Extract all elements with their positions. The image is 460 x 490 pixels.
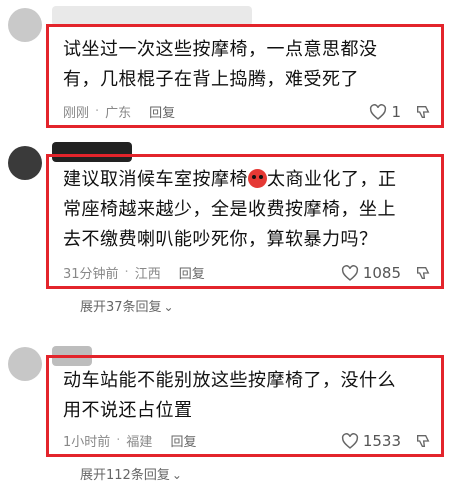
avatar[interactable]: [8, 146, 42, 180]
separator-dot: ·: [116, 433, 121, 448]
comment-text: 建议取消候车室按摩椅 太商业化了，正 常座椅越来越少，全是收费按摩椅，坐上 去不缴…: [63, 165, 431, 255]
chevron-down-icon: ⌄: [163, 300, 174, 314]
comment-meta: 31分钟前 · 江西 回复 1085: [63, 263, 431, 282]
comment-time: 1小时前: [63, 435, 111, 450]
like-button[interactable]: 1533: [341, 432, 401, 450]
comment-line: 动车站能不能别放这些按摩椅了，没什么: [63, 370, 396, 391]
comment-text: 动车站能不能别放这些按摩椅了，没什么 用不说还占位置: [63, 366, 431, 426]
comment-location: 福建: [126, 435, 153, 450]
reply-button[interactable]: 回复: [179, 263, 205, 282]
thumbs-down-icon[interactable]: [415, 104, 431, 120]
expand-replies-label: 展开37条回复: [80, 300, 162, 315]
comment-location: 江西: [134, 267, 161, 282]
avatar[interactable]: [8, 8, 42, 42]
heart-outline-icon: [370, 103, 387, 120]
comment-text: 试坐过一次这些按摩椅，一点意思都没 有，几根棍子在背上捣腾，难受死了: [63, 35, 431, 95]
angry-face-emoji-icon: [248, 169, 267, 188]
comment-line-part: 建议取消候车室按摩椅: [63, 169, 248, 190]
like-button[interactable]: 1: [369, 103, 401, 121]
comment-1: 试坐过一次这些按摩椅，一点意思都没 有，几根棍子在背上捣腾，难受死了 刚刚 · …: [46, 24, 444, 128]
comment-line-part: 太商业化了，正: [267, 169, 397, 190]
reply-button[interactable]: 回复: [170, 431, 196, 450]
comment-line: 有，几根棍子在背上捣腾，难受死了: [63, 69, 359, 90]
comment-meta: 1小时前 · 福建 回复 1533: [63, 431, 431, 450]
comment-line: 用不说还占位置: [63, 400, 193, 421]
comment-3: 动车站能不能别放这些按摩椅了，没什么 用不说还占位置 1小时前 · 福建 回复 …: [46, 355, 444, 457]
avatar[interactable]: [8, 347, 42, 381]
chevron-down-icon: ⌄: [171, 468, 182, 482]
like-count: 1: [391, 102, 401, 121]
comment-location: 广东: [105, 106, 132, 121]
separator-dot: ·: [95, 104, 100, 119]
thumbs-down-icon[interactable]: [415, 433, 431, 449]
reply-button[interactable]: 回复: [149, 102, 175, 121]
heart-outline-icon: [341, 432, 358, 449]
comment-meta: 刚刚 · 广东 回复 1: [63, 102, 431, 121]
expand-replies-label: 展开112条回复: [80, 468, 170, 483]
comment-time: 刚刚: [63, 106, 90, 121]
expand-replies-button[interactable]: 展开37条回复 ⌄: [80, 296, 174, 315]
separator-dot: ·: [124, 265, 129, 280]
comment-line: 常座椅越来越少，全是收费按摩椅，坐上: [63, 199, 396, 220]
comment-line: 试坐过一次这些按摩椅，一点意思都没: [63, 39, 378, 60]
thumbs-down-icon[interactable]: [415, 265, 431, 281]
comment-2: 建议取消候车室按摩椅 太商业化了，正 常座椅越来越少，全是收费按摩椅，坐上 去不缴…: [46, 154, 444, 289]
like-button[interactable]: 1085: [341, 264, 401, 282]
comment-line: 建议取消候车室按摩椅 太商业化了，正: [63, 165, 431, 195]
redacted-username: [52, 6, 252, 26]
expand-replies-button[interactable]: 展开112条回复 ⌄: [80, 464, 182, 483]
comment-line: 去不缴费喇叭能吵死你，算软暴力吗？: [63, 229, 378, 250]
like-count: 1085: [362, 263, 401, 282]
like-count: 1533: [362, 431, 401, 450]
comment-time: 31分钟前: [63, 267, 119, 282]
heart-outline-icon: [341, 264, 358, 281]
